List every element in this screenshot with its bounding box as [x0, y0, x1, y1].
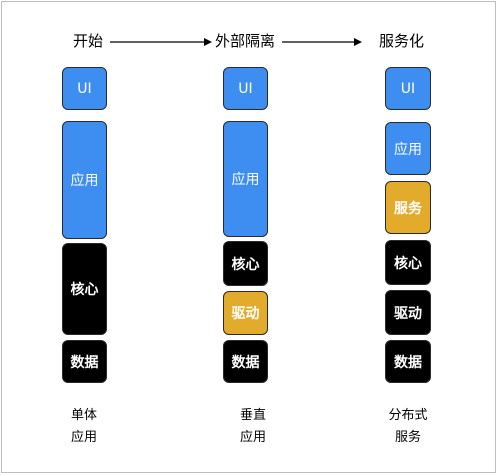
caption-line: 分布式 [388, 408, 428, 423]
monolith-app-block: 应用 [62, 121, 107, 239]
vertical-app-block: 应用 [223, 121, 268, 237]
monolith-data-block: 数据 [62, 340, 107, 383]
vertical-ui-block: UI [223, 67, 268, 110]
service-app-block: 应用 [385, 122, 431, 175]
service-core-block: 核心 [385, 240, 431, 285]
arrow-1 [110, 38, 212, 46]
service-ui-block: UI [385, 67, 431, 110]
vertical-driver-block: 驱动 [223, 291, 268, 335]
caption-line: 应用 [70, 430, 97, 445]
vertical-core-block: 核心 [223, 241, 268, 286]
arrow-2 [282, 38, 362, 46]
service-driver-block: 驱动 [385, 290, 431, 335]
vertical-data-block: 数据 [223, 340, 268, 383]
stage-service: 服务化 [379, 32, 425, 50]
vertical-caption: 垂直 应用 [223, 405, 283, 449]
caption-line: 服务 [394, 430, 421, 445]
caption-line: 垂直 [239, 408, 266, 423]
monolith-ui-block: UI [62, 67, 107, 110]
stage-isolation: 外部隔离 [215, 32, 276, 50]
service-service-block: 服务 [385, 181, 431, 234]
service-caption: 分布式 服务 [378, 405, 438, 449]
monolith-core-block: 核心 [62, 243, 107, 335]
stage-start: 开始 [73, 32, 104, 50]
caption-line: 应用 [239, 430, 266, 445]
monolith-caption: 单体 应用 [54, 405, 114, 449]
service-data-block: 数据 [385, 340, 431, 383]
caption-line: 单体 [70, 408, 97, 423]
